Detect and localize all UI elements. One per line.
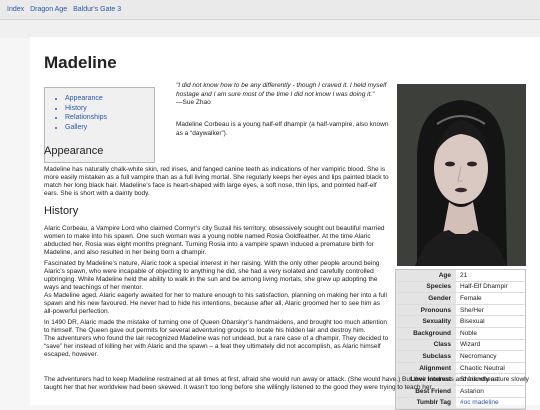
quote-text: "I did not know how to be any differentl… — [176, 82, 387, 98]
top-nav: Index Dragon Age Baldur's Gate 3 — [0, 0, 540, 20]
infobox-row-class: Class Wizard — [396, 339, 525, 352]
nav-link-dragon-age[interactable]: Dragon Age — [30, 6, 67, 13]
history-paragraph: In 1490 DR, Alaric made the mistake of t… — [44, 319, 389, 358]
quote-author: —Sue Zhao — [176, 99, 211, 106]
history-heading: History — [44, 205, 79, 217]
toc-link-relationships[interactable]: Relationships — [65, 113, 154, 123]
intro-text: Madeline Corbeau is a young half-elf dha… — [176, 121, 389, 137]
infobox-value: Female — [460, 294, 482, 302]
infobox-row-background: Background Noble — [396, 327, 525, 340]
toc-link-appearance[interactable]: Appearance — [65, 94, 154, 104]
toc-link-history[interactable]: History — [65, 104, 154, 114]
toc-link-gallery[interactable]: Gallery — [65, 123, 154, 133]
infobox-value: Wizard — [460, 341, 481, 349]
infobox-label: Age — [396, 270, 456, 281]
infobox-row-tumblr-tag: Tumblr Tag #oc madeline — [396, 397, 525, 410]
infobox-label: Pronouns — [396, 304, 456, 316]
infobox-row-species: Species Half-Elf Dhampir — [396, 281, 525, 294]
tumblr-tag-link[interactable]: #oc madeline — [456, 399, 525, 406]
character-portrait — [397, 84, 526, 266]
infobox-label: Class — [396, 339, 456, 351]
infobox-row-age: Age 21 — [396, 270, 525, 282]
appearance-section: Madeline has naturally chalk-white skin,… — [44, 166, 389, 201]
infobox-label: Background — [396, 327, 456, 339]
infobox-value: Bisexual — [460, 318, 485, 326]
infobox-row-gender: Gender Female — [396, 293, 525, 305]
infobox-label: Subclass — [396, 351, 456, 362]
nav-link-baldurs-gate-3[interactable]: Baldur's Gate 3 — [73, 6, 121, 13]
nav-link-index[interactable]: Index — [7, 6, 24, 13]
infobox-value: 21 — [460, 271, 468, 279]
history-section-continued: The adventurers had to keep Madeline res… — [44, 376, 539, 395]
infobox-value: Half-Elf Dhampir — [460, 283, 508, 291]
infobox-value: She/Her — [460, 306, 484, 314]
infobox-label: Gender — [396, 293, 456, 304]
appearance-heading: Appearance — [44, 145, 104, 157]
infobox-label: Sexuality — [396, 316, 456, 327]
infobox-label: Tumblr Tag — [396, 397, 456, 409]
page-title: Madeline — [44, 53, 117, 72]
portrait-illustration — [397, 84, 526, 266]
infobox-label: Species — [396, 281, 456, 293]
appearance-paragraph: Madeline has naturally chalk-white skin,… — [44, 166, 389, 197]
infobox-row-pronouns: Pronouns She/Her — [396, 304, 525, 317]
history-paragraph: The adventurers had to keep Madeline res… — [44, 376, 529, 391]
infobox-value: Necromancy — [460, 352, 497, 360]
infobox-row-subclass: Subclass Necromancy — [396, 351, 525, 363]
banner — [0, 20, 540, 38]
page-content: Madeline Appearance History Relationship… — [30, 37, 540, 410]
history-paragraph: Alaric Corbeau, a Vampire Lord who claim… — [44, 225, 385, 256]
infobox-row-sexuality: Sexuality Bisexual — [396, 316, 525, 328]
history-section: Alaric Corbeau, a Vampire Lord who claim… — [44, 225, 389, 362]
infobox-label: Alignment — [396, 362, 456, 374]
epigraph-quote: "I did not know how to be any differentl… — [176, 82, 389, 108]
infobox-value: Chaotic Neutral — [460, 364, 505, 372]
infobox-value: Noble — [460, 329, 477, 337]
history-paragraph: Fascinated by Madeline’s nature, Alaric … — [44, 260, 387, 315]
infobox-row-alignment: Alignment Chaotic Neutral — [396, 362, 525, 375]
